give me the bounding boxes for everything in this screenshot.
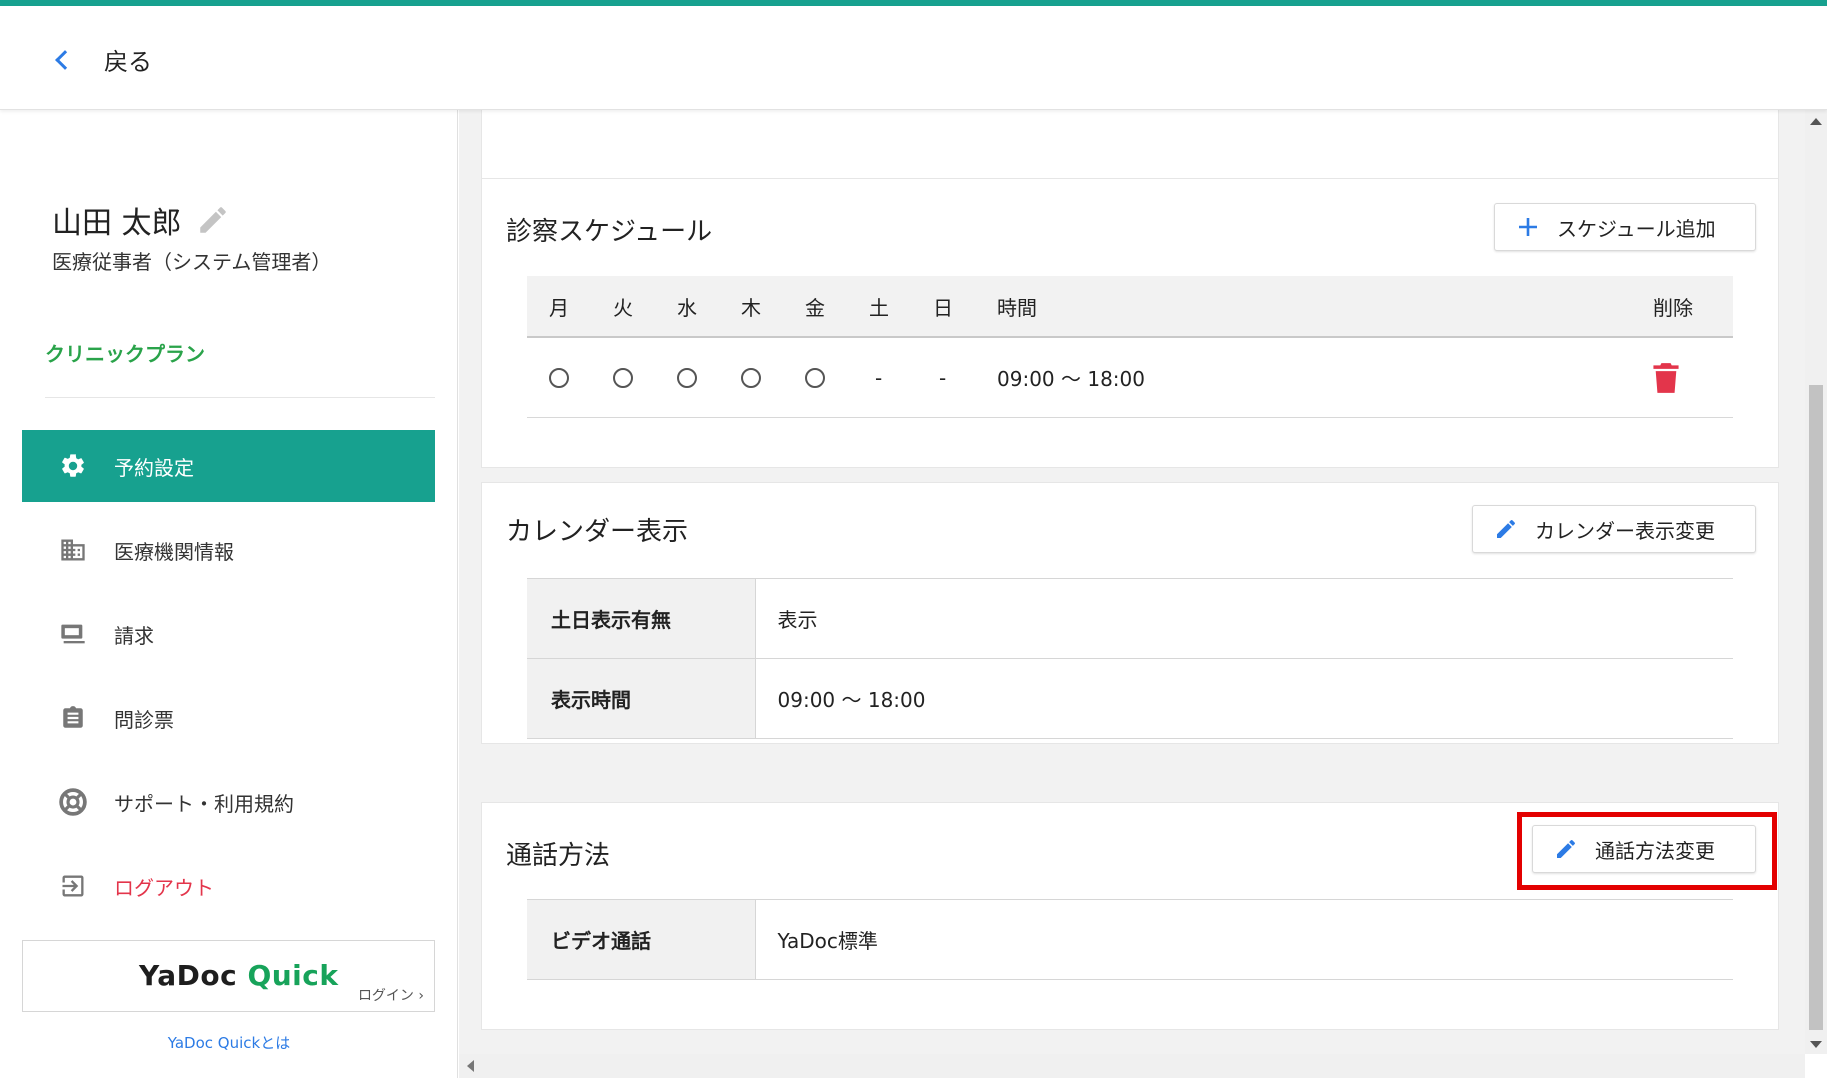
- app-header: 戻る: [0, 6, 1827, 110]
- sidebar-item-medical-institution[interactable]: 医療機関情報: [22, 514, 435, 586]
- col-time: 時間: [997, 295, 1037, 320]
- plus-icon: [1515, 214, 1541, 240]
- yadoc-quick-banner[interactable]: YaDoc Quick ログイン ›: [22, 940, 435, 1012]
- highlight-box: [1517, 812, 1777, 890]
- table-key: 土日表示有無: [527, 578, 756, 659]
- col-mon: 月: [549, 295, 569, 320]
- vertical-scrollbar[interactable]: [1805, 110, 1827, 1054]
- chevron-left-icon: [55, 49, 75, 70]
- calendar-table: 土日表示有無 表示 表示時間 09:00 〜 18:00: [527, 578, 1733, 739]
- day-thu-available: [741, 338, 761, 417]
- table-row: 表示時間 09:00 〜 18:00: [527, 658, 1733, 739]
- back-button[interactable]: 戻る: [52, 42, 152, 77]
- col-fri: 金: [805, 295, 825, 320]
- table-row: ビデオ通話 YaDoc標準: [527, 899, 1733, 980]
- scroll-up-arrow-icon[interactable]: [1810, 118, 1822, 125]
- logout-icon: [58, 871, 88, 901]
- sidebar-item-label: 予約設定: [114, 455, 194, 480]
- pencil-icon: [1493, 516, 1519, 542]
- sidebar-item-reservation-settings[interactable]: 予約設定: [22, 430, 435, 502]
- call-method-table: ビデオ通話 YaDoc標準: [527, 899, 1733, 980]
- col-tue: 火: [613, 295, 633, 320]
- scrollbar-thumb[interactable]: [1809, 385, 1823, 1030]
- scroll-down-arrow-icon[interactable]: [1810, 1041, 1822, 1048]
- table-value: 表示: [755, 578, 1733, 659]
- calendar-card: カレンダー表示 カレンダー表示変更 土日表示有無 表示 表示時間 09:00 〜…: [481, 482, 1779, 744]
- trash-icon: [1653, 362, 1679, 393]
- user-name: 山田 太郎: [52, 206, 182, 241]
- table-row: 土日表示有無 表示: [527, 578, 1733, 659]
- table-key: ビデオ通話: [527, 899, 756, 980]
- scroll-left-arrow-icon[interactable]: [467, 1060, 474, 1072]
- lifebuoy-icon: [58, 787, 88, 817]
- edit-calendar-button[interactable]: カレンダー表示変更: [1472, 505, 1756, 553]
- day-sat-value: -: [875, 365, 883, 390]
- call-method-title: 通話方法: [506, 841, 611, 871]
- plan-label: クリニックプラン: [45, 342, 205, 366]
- day-fri-available: [805, 338, 825, 417]
- divider: [45, 397, 435, 398]
- day-tue-available: [613, 338, 633, 417]
- user-role: 医療従事者（システム管理者）: [52, 250, 332, 274]
- logo-part-quick: Quick: [247, 959, 339, 992]
- sidebar-item-label: 問診票: [114, 707, 174, 732]
- billing-icon: [58, 619, 88, 649]
- user-name-row: 山田 太郎: [52, 198, 230, 242]
- sidebar-item-label: ログアウト: [114, 875, 214, 900]
- yadoc-quick-logo: YaDoc Quick: [139, 959, 339, 992]
- sidebar-item-label: サポート・利用規約: [114, 791, 294, 816]
- schedule-card: 診察スケジュール スケジュール追加 月 火 水 木 金 土 日 時間 削除 - …: [481, 178, 1779, 468]
- sidebar-item-billing[interactable]: 請求: [22, 598, 435, 670]
- table-row: - - 09:00 〜 18:00: [527, 338, 1733, 418]
- schedule-table-header: 月 火 水 木 金 土 日 時間 削除: [527, 276, 1733, 338]
- schedule-time: 09:00 〜 18:00: [997, 367, 1145, 391]
- day-mon-available: [549, 338, 569, 417]
- logo-part-yadoc: YaDoc: [139, 959, 238, 992]
- building-icon: [58, 535, 88, 565]
- sidebar-item-label: 医療機関情報: [114, 539, 234, 564]
- add-schedule-button[interactable]: スケジュール追加: [1494, 203, 1756, 251]
- table-value: 09:00 〜 18:00: [755, 658, 1733, 739]
- col-sat: 土: [869, 295, 889, 320]
- table-value: YaDoc標準: [755, 899, 1733, 980]
- sidebar-item-logout[interactable]: ログアウト: [22, 850, 435, 922]
- calendar-title: カレンダー表示: [506, 517, 689, 547]
- clipboard-icon: [58, 703, 88, 733]
- sidebar-nav: 予約設定 医療機関情報 請求 問診票 サポート・利用規約 ログアウト: [22, 430, 435, 934]
- back-label: 戻る: [104, 48, 152, 76]
- sidebar-item-label: 請求: [114, 623, 154, 648]
- main-content: 診察スケジュール スケジュール追加 月 火 水 木 金 土 日 時間 削除 - …: [459, 110, 1805, 1054]
- col-wed: 水: [677, 295, 697, 320]
- quick-about-link[interactable]: YaDoc Quickとは: [0, 1032, 458, 1053]
- col-thu: 木: [741, 295, 761, 320]
- edit-pencil-icon[interactable]: [196, 203, 230, 237]
- day-sun-value: -: [939, 365, 947, 390]
- gear-icon: [58, 451, 88, 481]
- horizontal-scrollbar[interactable]: [459, 1054, 1805, 1078]
- quick-login-link[interactable]: ログイン ›: [358, 985, 424, 1005]
- table-key: 表示時間: [527, 658, 756, 739]
- sidebar: 山田 太郎 医療従事者（システム管理者） クリニックプラン 予約設定 医療機関情…: [0, 110, 458, 1078]
- col-sun: 日: [933, 295, 953, 320]
- add-schedule-label: スケジュール追加: [1557, 216, 1716, 241]
- edit-calendar-label: カレンダー表示変更: [1535, 518, 1715, 543]
- sidebar-item-support[interactable]: サポート・利用規約: [22, 766, 435, 838]
- sidebar-item-questionnaire[interactable]: 問診票: [22, 682, 435, 754]
- delete-button[interactable]: [1652, 338, 1680, 417]
- col-delete: 削除: [1653, 295, 1693, 320]
- schedule-title: 診察スケジュール: [506, 217, 713, 247]
- day-wed-available: [677, 338, 697, 417]
